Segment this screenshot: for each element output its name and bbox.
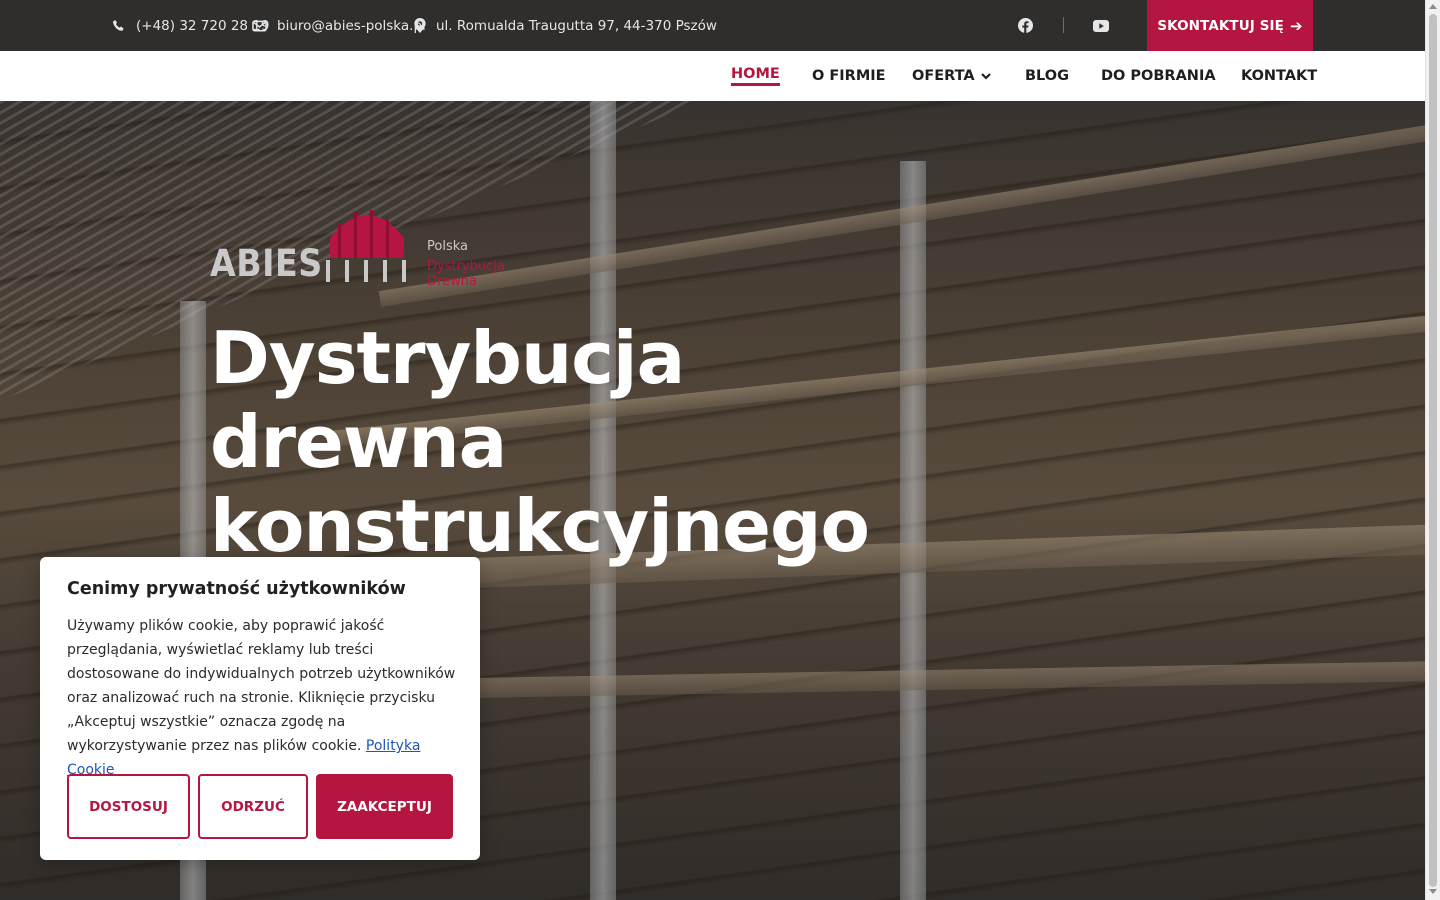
cookie-description-text: Używamy plików cookie, aby poprawić jako… [67, 618, 456, 754]
logo-wordmark: ABIES [210, 242, 323, 285]
hero-heading-line: konstrukcyjnego [210, 484, 870, 568]
accept-button[interactable]: ZAAKCEPTUJ [316, 774, 453, 839]
contact-cta-button[interactable]: SKONTAKTUJ SIĘ ➔ [1147, 0, 1313, 51]
nav-item-do-pobrania[interactable]: DO POBRANIA [1101, 51, 1216, 101]
email-address: biuro@abies-polska.pl [277, 17, 426, 34]
nav-label-kontakt: KONTAKT [1241, 68, 1318, 84]
map-pin-icon [414, 18, 426, 33]
phone-link[interactable]: (+48) 32 720 28 19 [112, 0, 270, 51]
hero-heading: Dystrybucja drewna konstrukcyjnego [210, 316, 1010, 568]
hero-heading-line: Dystrybucja [210, 316, 685, 400]
logo-emblem-icon [326, 210, 406, 282]
nav-item-o-firmie[interactable]: O FIRMIE [812, 51, 886, 101]
address-link[interactable]: ul. Romualda Traugutta 97, 44-370 Pszów [414, 0, 717, 51]
nav-item-kontakt[interactable]: KONTAKT [1241, 51, 1317, 101]
phone-icon [112, 19, 124, 31]
cookie-description: Używamy plików cookie, aby poprawić jako… [67, 614, 459, 782]
abies-logo[interactable]: ABIES Polska Dystrybucja Drewna [210, 206, 540, 289]
youtube-link[interactable] [1093, 0, 1109, 51]
facebook-link[interactable] [1018, 0, 1033, 51]
top-contact-bar: (+48) 32 720 28 19 biuro@abies-polska.pl… [0, 0, 1425, 51]
scroll-up-arrow-icon[interactable] [1429, 4, 1437, 9]
youtube-icon [1093, 19, 1109, 32]
logo-tagline: Dystrybucja Drewna [427, 259, 505, 289]
scroll-down-arrow-icon[interactable] [1429, 889, 1437, 894]
cookie-consent-dialog: Cenimy prywatność użytkowników Używamy p… [40, 557, 480, 860]
contact-cta-label: SKONTAKTUJ SIĘ [1157, 17, 1284, 34]
reject-button[interactable]: ODRZUĆ [198, 774, 308, 839]
nav-item-oferta[interactable]: OFERTA [912, 51, 991, 101]
facebook-icon [1018, 18, 1033, 33]
nav-label-home: HOME [731, 66, 780, 86]
nav-label-o-firmie: O FIRMIE [812, 68, 886, 84]
nav-label-oferta: OFERTA [912, 68, 975, 84]
hero-heading-line: drewna [210, 400, 507, 484]
nav-label-do-pobrania: DO POBRANIA [1101, 68, 1216, 84]
email-link[interactable]: biuro@abies-polska.pl [252, 0, 426, 51]
arrow-right-icon: ➔ [1290, 16, 1303, 35]
cookie-title: Cenimy prywatność użytkowników [67, 579, 406, 599]
phone-number: (+48) 32 720 28 19 [136, 17, 270, 34]
envelope-icon [252, 20, 267, 31]
social-divider [1063, 17, 1064, 33]
chevron-down-icon [980, 72, 991, 80]
nav-item-blog[interactable]: BLOG [1025, 51, 1069, 101]
nav-label-blog: BLOG [1025, 68, 1070, 84]
logo-polska-label: Polska [427, 239, 468, 254]
scrollbar-thumb[interactable] [1429, 14, 1437, 887]
page-scrollbar[interactable] [1425, 0, 1440, 900]
customize-button[interactable]: DOSTOSUJ [67, 774, 190, 839]
main-navigation: HOME O FIRMIE OFERTA BLOG DO POBRANIA KO… [0, 51, 1425, 101]
address-text: ul. Romualda Traugutta 97, 44-370 Pszów [436, 17, 717, 34]
nav-item-home[interactable]: HOME [731, 51, 780, 101]
